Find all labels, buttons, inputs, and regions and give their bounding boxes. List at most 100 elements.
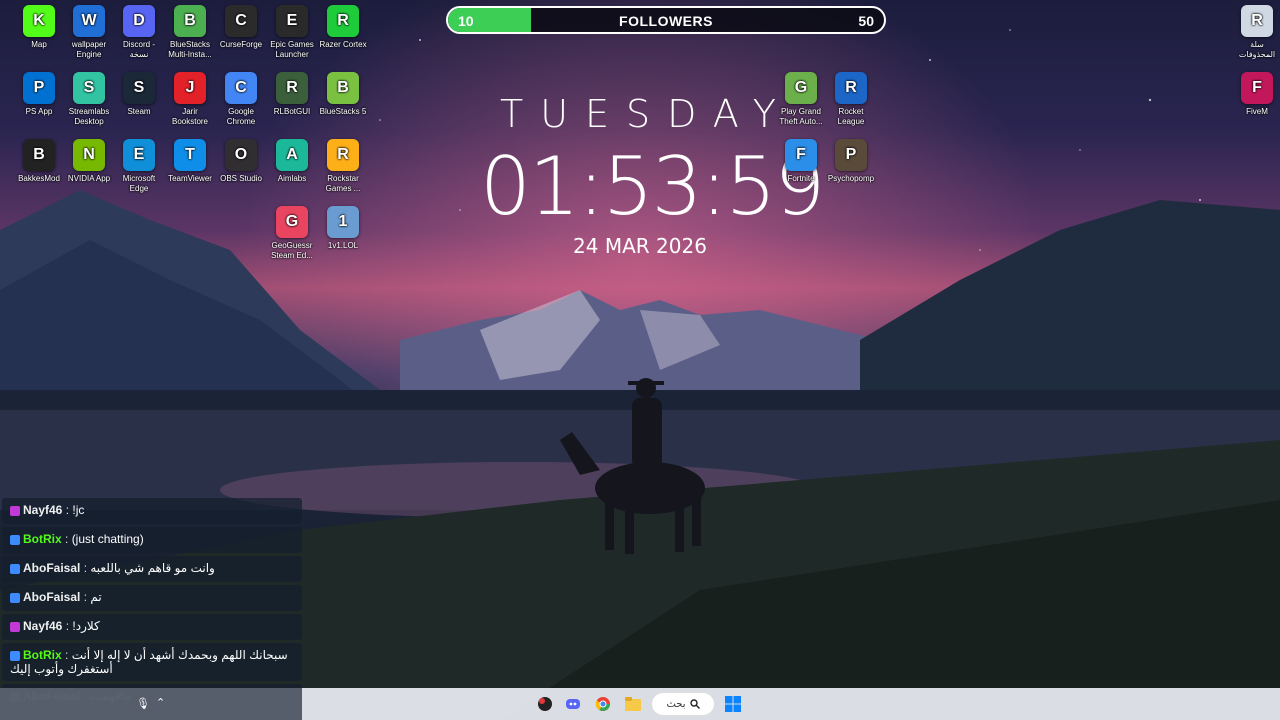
windows-start-icon[interactable] (724, 692, 742, 716)
chat-text: (just chatting) (71, 532, 144, 546)
desktop-icon-label: Razer Cortex (319, 40, 367, 49)
desktop-icon-teamviewer[interactable]: T TeamViewer (165, 139, 215, 184)
aimlabs-icon: A (276, 139, 308, 171)
desktop-icon-label: Rockstar Games ... (325, 174, 361, 193)
desktop-icon-rockstar[interactable]: R Rockstar Games ... (318, 139, 368, 194)
bakkesmod-icon: B (23, 139, 55, 171)
rlbot-icon: R (276, 72, 308, 104)
desktop-icon-label: GeoGuessr Steam Ed... (271, 241, 313, 260)
taskbar: 🎙 ⌃ بحث (0, 688, 1280, 720)
desktop-icon-nvidia[interactable]: N NVIDIA App (64, 139, 114, 184)
discord-taskbar-icon[interactable] (564, 692, 582, 716)
desktop-icon-bluestacks[interactable]: B BlueStacks 5 (318, 72, 368, 117)
stream-chat-overlay: Nayf46 : !jc BotRix : (just chatting) AboF… (0, 498, 302, 713)
desktop-icon-discord[interactable]: D Discord - نسخة (114, 5, 164, 60)
teamviewer-icon: T (174, 139, 206, 171)
desktop-icon-label: Rocket League (837, 107, 865, 126)
fivem-icon: F (1241, 72, 1273, 104)
desktop-icon-edge[interactable]: E Microsoft Edge (114, 139, 164, 194)
chat-message: Nayf46 : !كلارد (2, 614, 302, 640)
desktop-icon-rlbot[interactable]: R RLBotGUI (267, 72, 317, 117)
desktop-icon-fivem[interactable]: F FiveM (1232, 72, 1280, 117)
microphone-icon[interactable]: 🎙 (136, 697, 150, 710)
desktop-icon-gta[interactable]: G Play Grand Theft Auto... (776, 72, 826, 127)
desktop-icon-chrome[interactable]: C Google Chrome (216, 72, 266, 127)
chat-username[interactable]: AboFaisal (23, 590, 80, 604)
desktop-icon-label: FiveM (1246, 107, 1268, 116)
desktop-icon-label: BakkesMod (18, 174, 60, 183)
desktop-icon-label: Microsoft Edge (122, 174, 156, 193)
desktop-icon-label: سلة المحذوفات (1238, 40, 1276, 59)
kick-taskbar-icon[interactable] (536, 692, 554, 716)
desktop-icon-razer-cortex[interactable]: R Razer Cortex (318, 5, 368, 50)
clock-day: TUESDAY (500, 92, 794, 136)
taskbar-left-area: 🎙 ⌃ (0, 688, 302, 720)
chat-message: AboFaisal : وانت مو قاهم شي باللعبه (2, 556, 302, 582)
chat-username[interactable]: Nayf46 (23, 503, 62, 517)
desktop-icon-recycle-bin[interactable]: R سلة المحذوفات (1232, 5, 1280, 60)
desktop-icon-rocket-league[interactable]: R Rocket League (826, 72, 876, 127)
taskbar-search-box[interactable]: بحث (652, 693, 714, 715)
chat-text: !jc (72, 503, 85, 517)
user-badge-icon (10, 592, 20, 603)
chat-message: BotRix : (just chatting) (2, 527, 302, 553)
fortnite-icon: F (785, 139, 817, 171)
desktop-icon-label: TeamViewer (168, 174, 212, 183)
wallpaper-engine-icon: W (73, 5, 105, 37)
rocket-league-icon: R (835, 72, 867, 104)
recycle-bin-icon: R (1241, 5, 1273, 37)
desktop-icon-label: OBS Studio (220, 174, 262, 183)
chat-username[interactable]: AboFaisal (23, 561, 80, 575)
user-badge-icon (10, 505, 20, 516)
epic-games-icon: E (276, 5, 308, 37)
jarir-icon: J (174, 72, 206, 104)
desktop-icon-curseforge[interactable]: C CurseForge (216, 5, 266, 50)
desktop-icon-playstation[interactable]: P PS App (14, 72, 64, 117)
desktop-icon-label: Jarir Bookstore (171, 107, 209, 126)
desktop-icon-label: Aimlabs (277, 174, 307, 183)
chrome-icon: C (225, 72, 257, 104)
desktop-icon-steam[interactable]: S Steam (114, 72, 164, 117)
desktop-icon-label: Fortnite (787, 174, 815, 183)
followers-goal-count: 50 (858, 13, 874, 29)
desktop-icon-wallpaper-engine[interactable]: Wwallpaper Engine (64, 5, 114, 60)
chat-message: Nayf46 : !jc (2, 498, 302, 524)
followers-goal-bar: 10 FOLLOWERS 50 (446, 6, 886, 34)
chat-username[interactable]: Nayf46 (23, 619, 62, 633)
desktop-icon-psychopomp[interactable]: P Psychopomp (826, 139, 876, 184)
desktop-icon-epic-games[interactable]: E Epic Games Launcher (267, 5, 317, 60)
desktop-icon-fortnite[interactable]: F Fortnite (776, 139, 826, 184)
playstation-icon: P (23, 72, 55, 104)
desktop-icon-label: Streamlabs Desktop (68, 107, 110, 126)
desktop-icon-label: Play Grand Theft Auto... (779, 107, 823, 126)
desktop-icon-geoguessr[interactable]: G GeoGuessr Steam Ed... (267, 206, 317, 261)
chat-username[interactable]: BotRix (23, 648, 62, 662)
desktop-icon-streamlabs[interactable]: S Streamlabs Desktop (64, 72, 114, 127)
chat-message: AboFaisal : تم (2, 585, 302, 611)
desktop-icon-aimlabs[interactable]: A Aimlabs (267, 139, 317, 184)
desktop-icon-obs[interactable]: O OBS Studio (216, 139, 266, 184)
desktop-icon-label: Google Chrome (226, 107, 256, 126)
file-explorer-icon[interactable] (624, 692, 642, 716)
desktop-icon-label: Discord - نسخة (122, 40, 155, 59)
desktop-icon-bakkesmod[interactable]: B BakkesMod (14, 139, 64, 184)
bluestacks-multi-icon: B (174, 5, 206, 37)
desktop-icon-1v1lol[interactable]: 1 1v1.LOL (318, 206, 368, 251)
chat-text: !كلارد (72, 619, 100, 633)
chat-username[interactable]: BotRix (23, 532, 62, 546)
rockstar-icon: R (327, 139, 359, 171)
nvidia-icon: N (73, 139, 105, 171)
desktop-icon-kick[interactable]: K Map (14, 5, 64, 50)
clock-time: 01:53:59 (480, 140, 825, 233)
chevron-up-icon[interactable]: ⌃ (156, 696, 165, 709)
desktop-icon-label: 1v1.LOL (327, 241, 359, 250)
chat-separator: : (62, 503, 73, 517)
user-badge-icon (10, 621, 20, 632)
chrome-taskbar-icon[interactable] (594, 692, 612, 716)
search-label: بحث (666, 698, 686, 710)
steam-icon: S (123, 72, 155, 104)
desktop-icon-jarir[interactable]: J Jarir Bookstore (165, 72, 215, 127)
desktop-icon-label: PS App (25, 107, 53, 116)
desktop-icon-bluestacks-multi[interactable]: B BlueStacks Multi-Insta... (165, 5, 215, 60)
edge-icon: E (123, 139, 155, 171)
